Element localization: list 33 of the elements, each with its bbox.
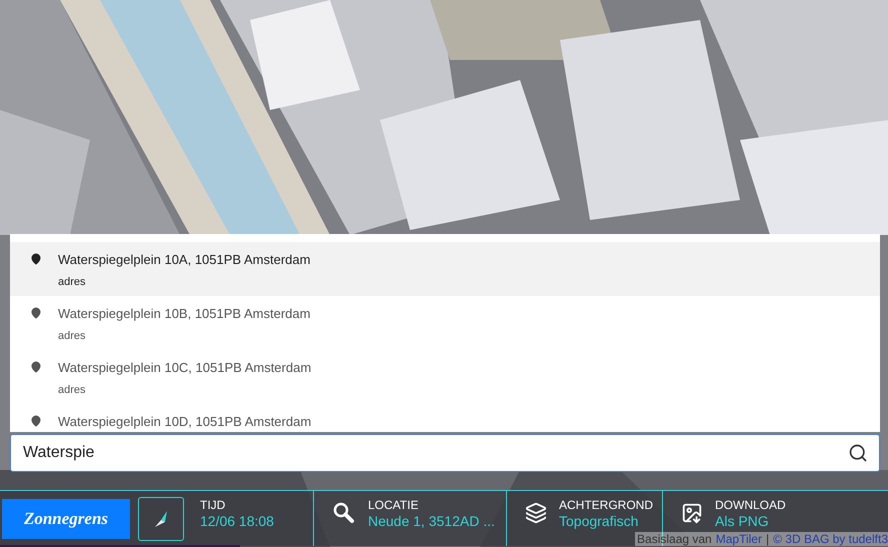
section-value: Als PNG [715, 513, 770, 529]
section-label: ACHTERGROND [559, 497, 654, 513]
suggestion-type: adres [58, 328, 87, 344]
toolbar-section[interactable]: ACHTERGROND Topografisch [525, 494, 654, 532]
toolbar-section[interactable]: LOCATIE Neude 1, 3512AD ... [332, 494, 495, 532]
pin-icon [30, 361, 42, 373]
layers-icon [525, 502, 547, 524]
suggestion-type: adres [58, 274, 87, 290]
logo-button[interactable]: Zonnegrens [2, 498, 130, 538]
magnifier-icon [332, 501, 356, 525]
search-field[interactable]: Waterspie [10, 434, 880, 472]
suggestion-title: Waterspiegelplein 10B, 1051PB Amsterdam [58, 305, 310, 323]
section-label: LOCATIE [368, 497, 420, 513]
compass-needle-icon [153, 510, 169, 528]
section-value: Neude 1, 3512AD ... [368, 513, 495, 529]
image-download-icon [681, 502, 703, 524]
suggestion-type: adres [58, 382, 87, 398]
pin-icon [30, 253, 42, 265]
section-label: DOWNLOAD [715, 497, 786, 513]
section-value: Topografisch [559, 513, 640, 529]
suggestion-title: Waterspiegelplein 10C, 1051PB Amsterdam [58, 359, 312, 377]
search-icon[interactable] [848, 443, 868, 463]
toolbar-section[interactable]: TIJD 12/06 18:08 [200, 494, 274, 532]
section-label: TIJD [200, 497, 226, 513]
attribution-separator: | [766, 532, 770, 546]
toolbar-section[interactable]: DOWNLOAD Als PNG [681, 494, 786, 532]
pin-icon [30, 415, 42, 427]
pin-icon [30, 307, 42, 319]
suggestion-item[interactable]: Waterspiegelplein 10A, 1051PB Amsterdam adres [10, 242, 880, 296]
suggestion-title: Waterspiegelplein 10A, 1051PB Amsterdam [58, 251, 310, 269]
section-value: 12/06 18:08 [200, 513, 274, 529]
compass-button[interactable] [138, 496, 184, 540]
suggestion-title: Waterspiegelplein 10D, 1051PB Amsterdam [58, 413, 312, 431]
